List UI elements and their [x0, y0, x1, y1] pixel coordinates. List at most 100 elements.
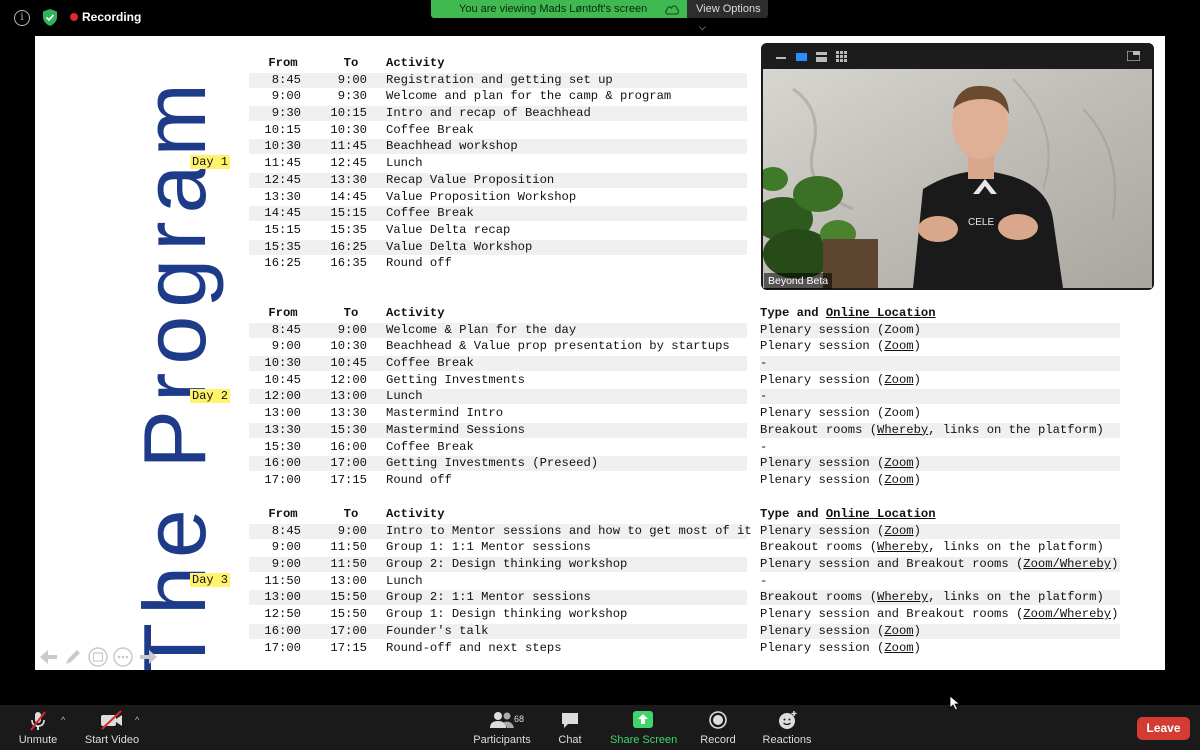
share-screen-icon — [633, 711, 653, 728]
cell-from: 15:35 — [264, 239, 301, 254]
cell-to: 16:00 — [330, 439, 367, 454]
cell-type: Plenary session (Zoom) — [760, 372, 921, 387]
pen-icon[interactable] — [63, 647, 83, 667]
cell-from: 11:50 — [264, 573, 301, 588]
reactions-button[interactable]: Reactions — [762, 705, 812, 750]
day-1-label: Day 1 — [190, 155, 231, 169]
cell-type: Plenary session (Zoom) — [760, 406, 921, 421]
cell-activity: Beachhead & Value prop presentation by s… — [386, 339, 730, 354]
cell-type: Breakout rooms (Whereby, links on the pl… — [760, 540, 1104, 555]
cell-type: - — [760, 356, 1137, 371]
cell-to: 13:00 — [330, 389, 367, 404]
start-video-button[interactable]: Start Video — [80, 705, 144, 750]
cell-from: 10:45 — [264, 372, 301, 387]
recording-label: Recording — [82, 10, 142, 24]
chat-label: Chat — [558, 734, 582, 746]
audio-options-chevron-icon[interactable]: ^ — [61, 715, 65, 725]
cell-activity: Round off — [386, 256, 452, 271]
cell-from: 8:45 — [271, 322, 301, 337]
cell-type: Plenary session (Zoom) — [760, 339, 921, 354]
participant-video-tile[interactable]: CELE Beyond Beta — [761, 43, 1154, 290]
arrow-right-icon[interactable] — [138, 647, 158, 667]
share-screen-label: Share Screen — [610, 734, 678, 746]
participants-icon — [490, 712, 514, 728]
cell-from: 14:45 — [264, 206, 301, 221]
cell-from: 15:30 — [264, 439, 301, 454]
cell-to: 16:25 — [330, 239, 367, 254]
header-activity: Activity — [386, 306, 445, 320]
cell-type: Plenary session (Zoom) — [760, 322, 1120, 338]
cell-activity: Value Delta recap — [386, 222, 511, 237]
header-type: Type and Online Location — [760, 305, 936, 322]
header-online-location: Online Location — [825, 507, 936, 521]
minimize-icon[interactable] — [776, 54, 786, 60]
video-tile-toolbar — [761, 43, 1154, 69]
header-from: From — [268, 507, 298, 521]
leave-meeting-button[interactable]: Leave — [1137, 717, 1190, 740]
shield-check-icon[interactable] — [42, 8, 58, 27]
cell-activity: Group 1: Design thinking workshop — [386, 607, 628, 622]
cell-to: 15:50 — [330, 607, 367, 622]
cell-activity: Coffee Break — [386, 206, 474, 221]
cell-to: 17:15 — [330, 472, 367, 487]
cell-type: Plenary session (Zoom) — [760, 472, 921, 487]
cell-from: 10:30 — [264, 356, 301, 371]
video-camera-off-icon — [101, 710, 122, 730]
cell-activity: Welcome and plan for the camp & program — [386, 89, 672, 104]
meeting-top-bar: i Recording You are viewing Mads Løntoft… — [0, 0, 1200, 36]
header-to: To — [343, 306, 359, 320]
cell-to: 9:00 — [337, 523, 367, 538]
day-2-label: Day 2 — [190, 389, 231, 403]
cell-to: 15:15 — [330, 206, 367, 221]
video-options-chevron-icon[interactable]: ^ — [135, 715, 139, 725]
cell-from: 8:45 — [271, 523, 301, 538]
cell-type: Plenary session (Zoom) — [760, 523, 1120, 539]
record-button[interactable]: Record — [698, 705, 738, 750]
share-screen-button[interactable]: Share Screen — [610, 705, 678, 750]
cell-type: Breakout rooms (Whereby, links on the pl… — [760, 422, 1120, 438]
cell-to: 17:00 — [330, 456, 367, 471]
cell-activity: Beachhead workshop — [386, 139, 518, 154]
record-icon — [709, 711, 727, 729]
view-options-label: View Options — [696, 3, 761, 15]
exit-fullscreen-icon[interactable] — [1127, 51, 1140, 61]
unmute-button[interactable]: Unmute — [12, 705, 64, 750]
more-options-icon[interactable] — [113, 647, 133, 667]
cell-to: 12:45 — [330, 156, 367, 171]
cell-from: 15:15 — [264, 222, 301, 237]
cell-activity: Intro and recap of Beachhead — [386, 106, 591, 121]
header-type-prefix: Type and — [760, 306, 819, 320]
cell-activity: Mastermind Sessions — [386, 422, 525, 437]
arrow-left-icon[interactable] — [39, 647, 59, 667]
cell-to: 13:00 — [330, 573, 367, 588]
chat-button[interactable]: Chat — [552, 705, 588, 750]
mouse-cursor-icon — [949, 695, 961, 711]
slides-grid-icon[interactable] — [88, 647, 108, 667]
cell-type: Breakout rooms (Whereby, links on the pl… — [760, 590, 1120, 606]
cell-from: 11:45 — [264, 156, 301, 171]
cell-from: 17:00 — [264, 640, 301, 655]
cell-activity: Recap Value Proposition — [386, 172, 555, 187]
cell-type: Plenary session and Breakout rooms (Zoom… — [760, 607, 1119, 622]
cell-from: 13:30 — [264, 189, 301, 204]
cell-type: Plenary session (Zoom) — [760, 456, 1120, 471]
cell-activity: Getting Investments — [386, 372, 525, 387]
viewing-screen-banner: You are viewing Mads Løntoft's screen — [431, 0, 687, 18]
cell-to: 17:15 — [330, 640, 367, 655]
cell-to: 15:35 — [330, 222, 367, 237]
cell-to: 11:50 — [330, 557, 367, 572]
cell-from: 13:00 — [264, 590, 301, 605]
cell-activity: Registration and getting set up — [386, 72, 613, 87]
participants-button[interactable]: 68 Participants — [472, 705, 532, 750]
cell-type: Plenary session and Breakout rooms (Zoom… — [760, 557, 1121, 572]
strip-view-icon[interactable] — [816, 52, 827, 62]
speaker-view-icon[interactable] — [796, 53, 807, 61]
cell-to: 12:00 — [330, 372, 367, 387]
day-3-label: Day 3 — [190, 573, 231, 587]
info-icon[interactable]: i — [14, 10, 30, 26]
gallery-view-icon[interactable] — [836, 51, 847, 62]
cell-to: 13:30 — [330, 172, 367, 187]
video-feed: CELE — [763, 69, 1152, 288]
view-options-button[interactable]: View Options ⌵ — [687, 0, 768, 32]
header-from: From — [268, 56, 298, 70]
